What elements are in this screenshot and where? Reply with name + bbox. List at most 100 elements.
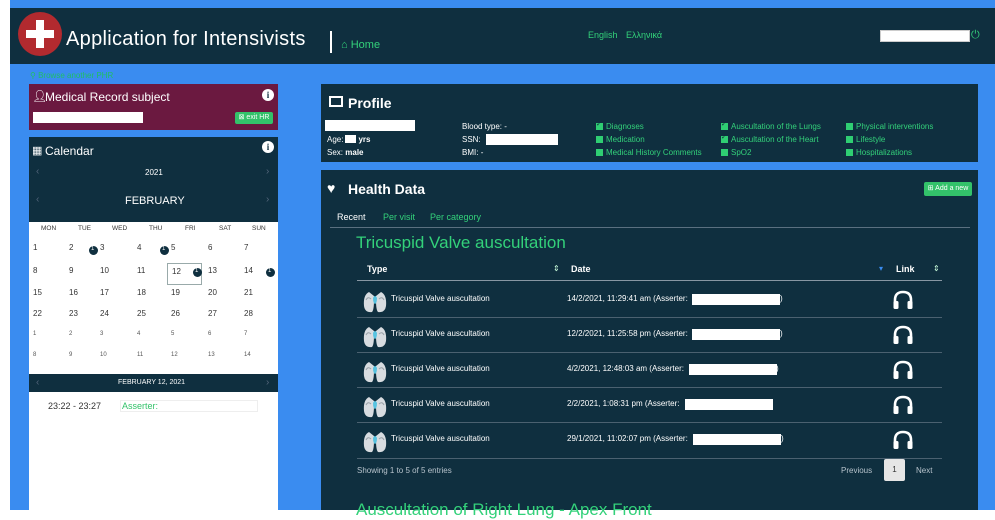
calendar-day[interactable]: 3: [96, 328, 131, 350]
pagination-previous[interactable]: Previous: [841, 466, 872, 475]
headphones-icon[interactable]: [892, 395, 914, 415]
headphones-icon[interactable]: [892, 325, 914, 345]
calendar-day[interactable]: 6: [204, 328, 239, 350]
event-marker[interactable]: 1: [266, 268, 275, 277]
calendar-day[interactable]: 22: [29, 306, 64, 328]
next-year-arrow-icon[interactable]: ›: [266, 166, 269, 177]
profile-link-label: Hospitalizations: [856, 148, 913, 157]
info-icon[interactable]: i: [262, 141, 274, 153]
profile-link[interactable]: Hospitalizations: [846, 148, 912, 157]
profile-link[interactable]: Lifestyle: [846, 135, 885, 144]
text-cursor: [330, 31, 332, 53]
profile-link[interactable]: Auscultation of the Heart: [721, 133, 819, 144]
calendar-day[interactable]: 8: [29, 349, 64, 371]
weekday-label: SAT: [219, 225, 232, 232]
calendar-day[interactable]: 8: [29, 263, 64, 285]
calendar-day[interactable]: 16: [65, 285, 100, 307]
calendar-day[interactable]: 15: [29, 285, 64, 307]
calendar-day[interactable]: 26: [167, 306, 202, 328]
headphones-icon[interactable]: [892, 290, 914, 310]
profile-link[interactable]: Physical interventions: [846, 122, 933, 131]
calendar-day[interactable]: 18: [133, 285, 168, 307]
calendar-day[interactable]: 10: [96, 263, 131, 285]
home-link[interactable]: ⌂ Home: [341, 39, 380, 51]
user-name-field[interactable]: [880, 30, 970, 42]
calendar-day[interactable]: 14: [240, 349, 275, 371]
column-header-type[interactable]: Type: [367, 264, 387, 274]
calendar-day[interactable]: 20: [204, 285, 239, 307]
language-english[interactable]: English: [588, 30, 618, 40]
calendar-day[interactable]: 7: [240, 328, 275, 350]
calendar-day[interactable]: 5: [167, 328, 202, 350]
calendar-day[interactable]: 19: [167, 285, 202, 307]
add-new-button[interactable]: ⊞ Add a new: [924, 182, 972, 196]
calendar-day[interactable]: 9: [65, 349, 100, 371]
sort-icon[interactable]: ⇕: [933, 264, 940, 273]
event-marker[interactable]: 1: [160, 246, 169, 255]
prev-month-arrow-icon[interactable]: ‹: [36, 194, 39, 205]
event-asserter[interactable]: Asserter:: [120, 400, 258, 412]
column-header-date[interactable]: Date: [571, 264, 591, 274]
calendar-day[interactable]: 6: [204, 240, 239, 262]
next-day-arrow-icon[interactable]: ›: [266, 377, 269, 388]
browse-another-phr-link[interactable]: ⚲ Browse another PHR: [30, 71, 113, 80]
calendar-day[interactable]: 28: [240, 306, 275, 328]
event-marker[interactable]: 1: [89, 246, 98, 255]
sort-desc-icon[interactable]: ▾: [879, 264, 883, 273]
event-marker[interactable]: 1: [193, 268, 202, 277]
profile-link-label: Auscultation of the Heart: [731, 135, 819, 144]
lungs-icon: [362, 426, 388, 454]
prev-year-arrow-icon[interactable]: ‹: [36, 166, 39, 177]
lungs-icon: [362, 391, 388, 419]
square-icon: [721, 149, 728, 156]
calendar-day[interactable]: 4: [133, 328, 168, 350]
calendar-day[interactable]: 21: [240, 285, 275, 307]
age-field: [345, 135, 357, 143]
record-subject-field[interactable]: [33, 112, 143, 123]
info-icon[interactable]: i: [262, 89, 274, 101]
calendar-day[interactable]: 2: [65, 328, 100, 350]
next-month-arrow-icon[interactable]: ›: [266, 194, 269, 205]
calendar-day[interactable]: 1: [29, 328, 64, 350]
calendar-day[interactable]: 23: [65, 306, 100, 328]
calendar-day[interactable]: 3: [96, 240, 131, 262]
calendar-day[interactable]: 7: [240, 240, 275, 262]
weekday-label: SUN: [252, 225, 266, 232]
tab-per-category[interactable]: Per category: [430, 212, 481, 222]
language-greek[interactable]: Ελληνικά: [626, 30, 662, 40]
headphones-icon[interactable]: [892, 430, 914, 450]
headphones-icon[interactable]: [892, 360, 914, 380]
calendar-day[interactable]: 10: [96, 349, 131, 371]
calendar-day[interactable]: 1: [29, 240, 64, 262]
profile-link[interactable]: Medication: [596, 135, 645, 144]
tab-per-visit[interactable]: Per visit: [383, 212, 415, 222]
calendar-day[interactable]: 5: [167, 240, 202, 262]
pagination-next[interactable]: Next: [916, 466, 932, 475]
profile-link[interactable]: SpO2: [721, 148, 751, 157]
checked-icon: [596, 120, 603, 130]
sort-icon[interactable]: ⇕: [553, 264, 560, 273]
calendar-day[interactable]: 12: [167, 349, 202, 371]
calendar-day[interactable]: 11: [133, 349, 168, 371]
calendar-day[interactable]: 17: [96, 285, 131, 307]
pagination-page[interactable]: 1: [884, 459, 905, 481]
calendar-day[interactable]: 13: [204, 349, 239, 371]
app-logo[interactable]: [18, 12, 62, 56]
calendar-day[interactable]: 9: [65, 263, 100, 285]
calendar-day[interactable]: 25: [133, 306, 168, 328]
row-type: Tricuspid Valve auscultation: [391, 329, 490, 338]
calendar-month: FEBRUARY: [125, 195, 185, 207]
calendar-day[interactable]: 13: [204, 263, 239, 285]
logout-power-icon[interactable]: ⏻: [971, 29, 980, 42]
column-header-link[interactable]: Link: [896, 264, 915, 274]
profile-link[interactable]: Medical History Comments: [596, 148, 702, 157]
calendar-day[interactable]: 11: [133, 263, 168, 285]
prev-day-arrow-icon[interactable]: ‹: [36, 377, 39, 388]
tab-recent[interactable]: Recent: [337, 212, 366, 222]
profile-link[interactable]: Diagnoses: [596, 120, 644, 131]
square-icon: [846, 123, 853, 130]
calendar-day[interactable]: 27: [204, 306, 239, 328]
profile-link[interactable]: Auscultation of the Lungs: [721, 120, 821, 131]
calendar-day[interactable]: 24: [96, 306, 131, 328]
exit-hr-button[interactable]: ⊠ exit HR: [235, 112, 273, 124]
